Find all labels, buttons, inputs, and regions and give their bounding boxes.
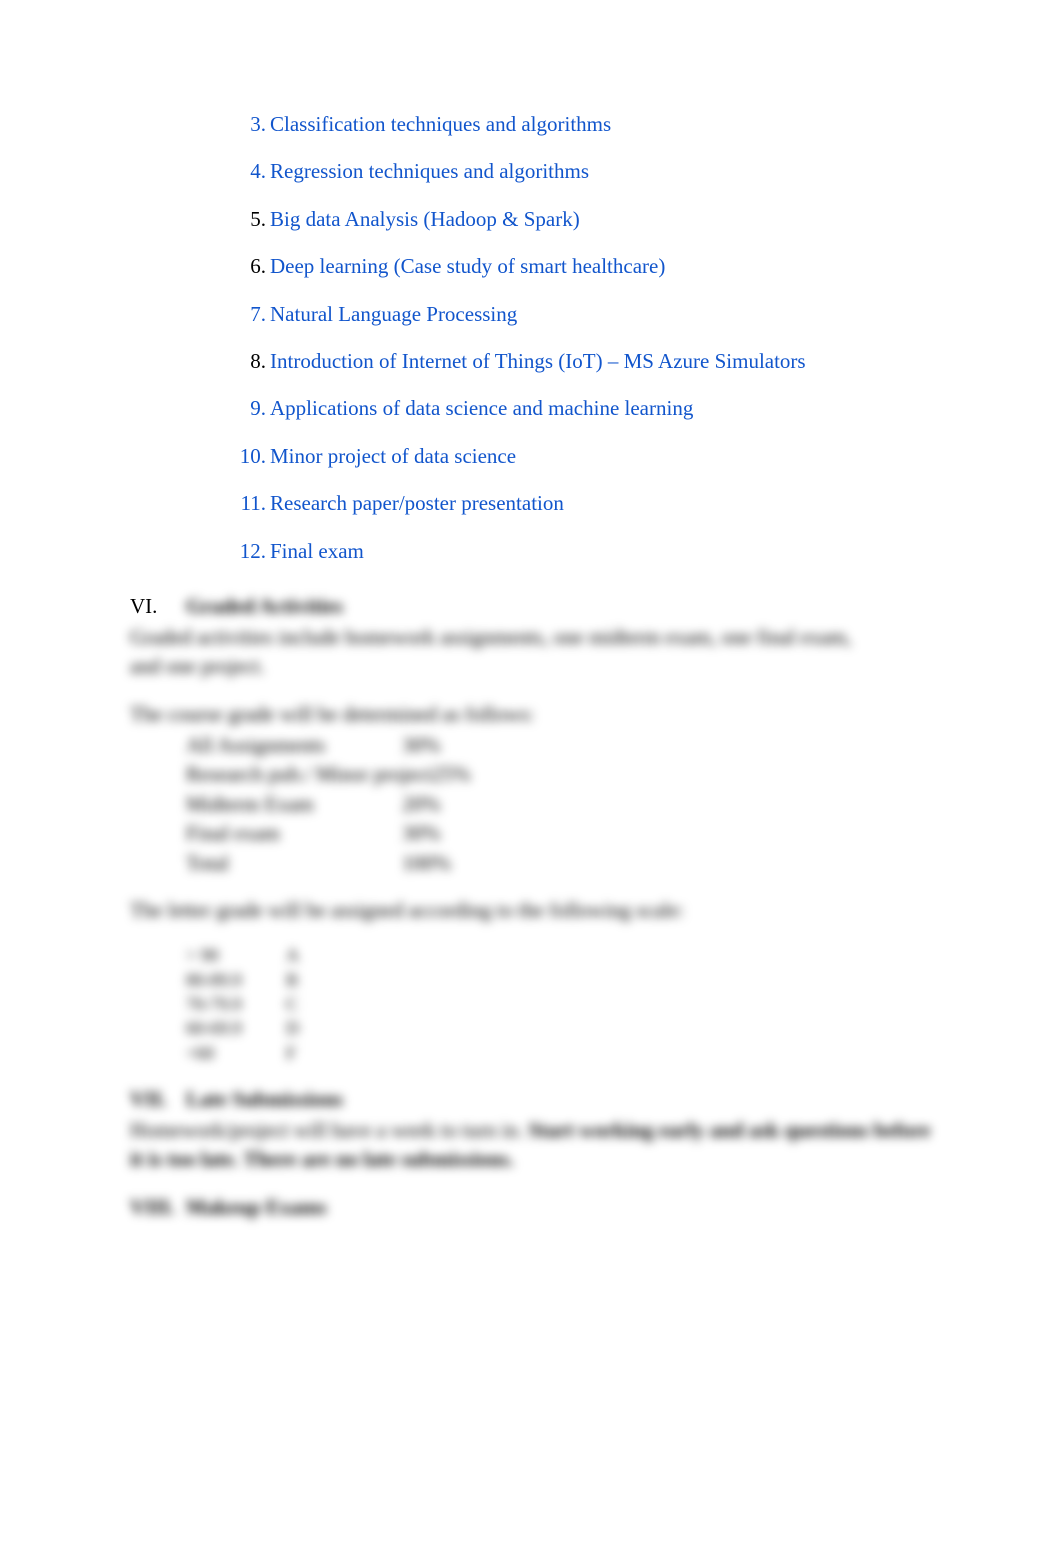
section-vi-line1: Graded activities include homework assig… bbox=[130, 623, 932, 652]
topic-list-item: 5.Big data Analysis (Hadoop & Spark) bbox=[238, 205, 932, 234]
topic-number: 11. bbox=[238, 489, 266, 518]
letter-row: > 90A bbox=[186, 943, 932, 967]
grade-row: All Assignments30% bbox=[186, 731, 932, 760]
section-vii-line2: it is too late. There are no late submis… bbox=[130, 1145, 932, 1174]
topic-list-item: 11.Research paper/poster presentation bbox=[238, 489, 932, 518]
topic-list-item: 6.Deep learning (Case study of smart hea… bbox=[238, 252, 932, 281]
topic-text: Deep learning (Case study of smart healt… bbox=[270, 252, 932, 281]
letter-row: 80-89.9B bbox=[186, 968, 932, 992]
letter-grade: A bbox=[286, 943, 316, 967]
grade-intro: The course grade will be determined as f… bbox=[130, 700, 932, 729]
topic-list-item: 7.Natural Language Processing bbox=[238, 300, 932, 329]
letter-row: 70-79.9C bbox=[186, 992, 932, 1016]
section-vii-title: Late Submissions bbox=[186, 1087, 343, 1112]
roman-numeral-viii: VIII. bbox=[130, 1195, 186, 1220]
topic-number: 8. bbox=[238, 347, 266, 376]
topic-list-item: 10.Minor project of data science bbox=[238, 442, 932, 471]
section-vi-line2: and one project. bbox=[130, 652, 932, 681]
letter-scale-table: > 90A80-89.9B70-79.9C60-69.9D<60F bbox=[186, 943, 932, 1064]
topic-number: 6. bbox=[238, 252, 266, 281]
topics-list: 3.Classification techniques and algorith… bbox=[238, 110, 932, 566]
topic-number: 5. bbox=[238, 205, 266, 234]
grade-value: 20% bbox=[402, 790, 462, 819]
letter-grade: B bbox=[286, 968, 316, 992]
grade-value: 25% bbox=[432, 760, 492, 789]
topic-text: Applications of data science and machine… bbox=[270, 394, 932, 423]
letter-range: 70-79.9 bbox=[186, 992, 286, 1016]
section-viii-header: VIII. Makeup Exams bbox=[130, 1195, 932, 1220]
grade-row: Midterm Exam20% bbox=[186, 790, 932, 819]
grade-label: Final exam bbox=[186, 819, 402, 848]
document-page: 3.Classification techniques and algorith… bbox=[0, 0, 1062, 1220]
letter-intro: The letter grade will be assigned accord… bbox=[130, 896, 932, 925]
topic-number: 10. bbox=[238, 442, 266, 471]
grade-label: Total bbox=[186, 849, 402, 878]
grade-value: 30% bbox=[402, 731, 462, 760]
letter-range: <60 bbox=[186, 1041, 286, 1065]
grade-label: Research pub./ Minor project bbox=[186, 760, 432, 789]
topic-text: Final exam bbox=[270, 537, 932, 566]
section-vi-header: VI. Graded Activities bbox=[130, 594, 932, 619]
topic-number: 4. bbox=[238, 157, 266, 186]
section-vii-line1: Homework/project will have a week to tur… bbox=[130, 1116, 932, 1145]
letter-row: 60-69.9D bbox=[186, 1016, 932, 1040]
grade-value: 30% bbox=[402, 819, 462, 848]
grade-label: Midterm Exam bbox=[186, 790, 402, 819]
topic-text: Research paper/poster presentation bbox=[270, 489, 932, 518]
letter-grade: C bbox=[286, 992, 316, 1016]
section-vii-header: VII. Late Submissions bbox=[130, 1087, 932, 1112]
letter-range: > 90 bbox=[186, 943, 286, 967]
letter-grade: D bbox=[286, 1016, 316, 1040]
letter-row: <60F bbox=[186, 1041, 932, 1065]
section-vi-body: Graded activities include homework assig… bbox=[130, 623, 932, 682]
topic-number: 12. bbox=[238, 537, 266, 566]
grade-row: Research pub./ Minor project25% bbox=[186, 760, 932, 789]
letter-range: 60-69.9 bbox=[186, 1016, 286, 1040]
section-viii-title: Makeup Exams bbox=[186, 1195, 327, 1220]
topic-list-item: 4.Regression techniques and algorithms bbox=[238, 157, 932, 186]
grade-value: 100% bbox=[402, 849, 462, 878]
grade-label: All Assignments bbox=[186, 731, 402, 760]
grade-breakdown-table: All Assignments30%Research pub./ Minor p… bbox=[186, 731, 932, 878]
section-vii-body: Homework/project will have a week to tur… bbox=[130, 1116, 932, 1175]
topic-number: 3. bbox=[238, 110, 266, 139]
topic-text: Classification techniques and algorithms bbox=[270, 110, 932, 139]
topic-number: 7. bbox=[238, 300, 266, 329]
section-vi-title: Graded Activities bbox=[186, 594, 343, 619]
topic-text: Big data Analysis (Hadoop & Spark) bbox=[270, 205, 932, 234]
topic-text: Introduction of Internet of Things (IoT)… bbox=[270, 347, 932, 376]
roman-numeral-vi: VI. bbox=[130, 594, 186, 619]
grade-row: Final exam30% bbox=[186, 819, 932, 848]
topic-list-item: 12.Final exam bbox=[238, 537, 932, 566]
topic-text: Natural Language Processing bbox=[270, 300, 932, 329]
topic-list-item: 3.Classification techniques and algorith… bbox=[238, 110, 932, 139]
topic-text: Regression techniques and algorithms bbox=[270, 157, 932, 186]
topic-text: Minor project of data science bbox=[270, 442, 932, 471]
letter-grade: F bbox=[286, 1041, 316, 1065]
topic-list-item: 8.Introduction of Internet of Things (Io… bbox=[238, 347, 932, 376]
topic-list-item: 9.Applications of data science and machi… bbox=[238, 394, 932, 423]
roman-numeral-vii: VII. bbox=[130, 1087, 186, 1112]
topic-number: 9. bbox=[238, 394, 266, 423]
letter-range: 80-89.9 bbox=[186, 968, 286, 992]
grade-row: Total100% bbox=[186, 849, 932, 878]
